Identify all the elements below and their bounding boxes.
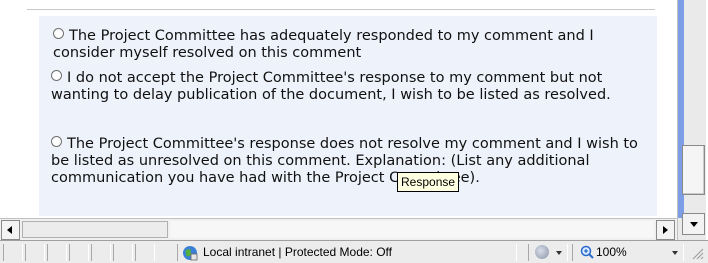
- globe-icon: [183, 246, 198, 261]
- status-pane: [25, 244, 45, 261]
- option-listed-resolved-label: I do not accept the Project Committee's …: [51, 70, 611, 103]
- radio-resolved[interactable]: [53, 28, 64, 39]
- addon-icon[interactable]: [535, 245, 549, 259]
- resize-grip-icon[interactable]: [690, 246, 704, 260]
- vertical-scrollbar[interactable]: [677, 0, 706, 240]
- option-listed-resolved[interactable]: I do not accept the Project Committee's …: [51, 70, 651, 104]
- chevron-down-icon[interactable]: [556, 251, 562, 255]
- status-pane: [91, 244, 111, 261]
- option-resolved-label: The Project Committee has adequately res…: [53, 28, 594, 61]
- vertical-scroll-thumb[interactable]: [682, 145, 705, 195]
- option-unresolved[interactable]: The Project Committee's response does no…: [51, 136, 651, 187]
- radio-unresolved[interactable]: [51, 136, 62, 147]
- arrow-left-icon: [7, 226, 12, 234]
- horizontal-scroll-track[interactable]: [170, 221, 654, 238]
- horizontal-scroll-thumb[interactable]: [22, 221, 168, 238]
- option-resolved[interactable]: The Project Committee has adequately res…: [53, 28, 653, 62]
- status-pane: [69, 244, 89, 261]
- scroll-down-button[interactable]: [682, 213, 705, 235]
- security-zone-text: Local intranet | Protected Mode: Off: [203, 245, 392, 259]
- status-pane: [47, 244, 67, 261]
- status-bar: Local intranet | Protected Mode: Off 100…: [0, 240, 708, 263]
- radio-listed-resolved[interactable]: [51, 70, 62, 81]
- status-pane: [135, 244, 155, 261]
- scroll-right-button[interactable]: [656, 220, 675, 240]
- scroll-left-button[interactable]: [1, 220, 20, 240]
- response-options-panel: The Project Committee has adequately res…: [39, 16, 657, 216]
- zoom-icon[interactable]: [580, 245, 594, 259]
- zoom-level[interactable]: 100%: [596, 245, 627, 259]
- status-pane: [113, 244, 133, 261]
- page-content: The Project Committee has adequately res…: [0, 0, 677, 218]
- horizontal-scrollbar[interactable]: [0, 218, 677, 240]
- chevron-down-icon[interactable]: [672, 251, 678, 255]
- response-tooltip: Response: [397, 172, 460, 192]
- arrow-right-icon: [663, 226, 668, 234]
- arrow-down-icon: [690, 222, 698, 227]
- status-pane: [3, 244, 23, 261]
- option-unresolved-label: The Project Committee's response does no…: [51, 136, 638, 186]
- section-divider: [27, 0, 655, 10]
